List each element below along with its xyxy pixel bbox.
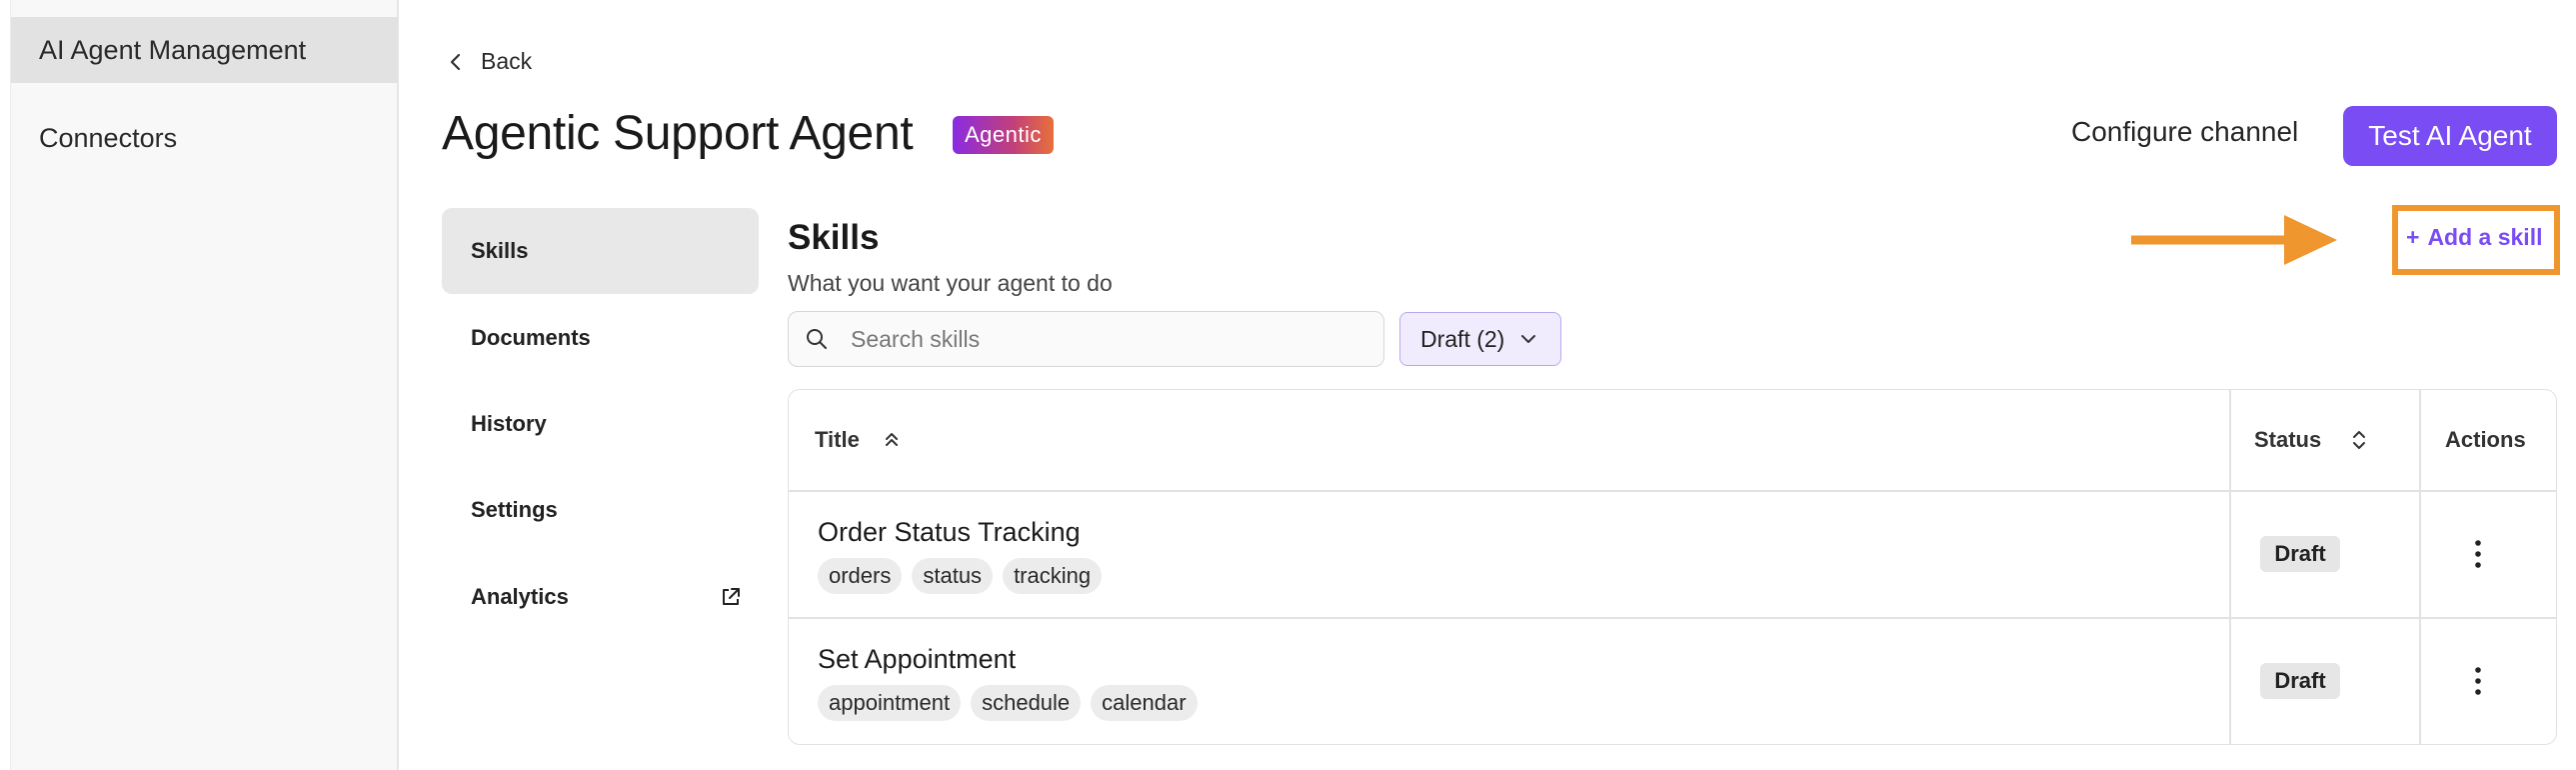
tag: orders <box>818 558 903 594</box>
tag-list: orders status tracking <box>818 558 1103 594</box>
add-skill-button[interactable]: + Add a skill <box>2406 224 2542 251</box>
column-header-label: Actions <box>2445 427 2526 452</box>
tag: tracking <box>1003 558 1103 594</box>
tab-skills[interactable]: Skills <box>442 208 759 294</box>
sidebar-item-label: Connectors <box>39 122 178 153</box>
test-ai-agent-button[interactable]: Test AI Agent <box>2343 106 2557 166</box>
plus-icon: + <box>2406 224 2420 250</box>
skills-table: Title Status Actions Order Status Tracki… <box>788 389 2557 745</box>
tab-analytics[interactable]: Analytics <box>442 554 759 640</box>
column-header-title[interactable]: Title <box>815 390 900 490</box>
page-title: Agentic Support Agent <box>442 107 914 160</box>
column-header-label: Status <box>2254 427 2322 452</box>
search-icon <box>807 329 827 349</box>
column-header-label: Title <box>815 427 860 452</box>
more-actions-icon[interactable] <box>2468 665 2488 697</box>
tab-label: History <box>471 411 547 436</box>
tab-label: Skills <box>471 238 529 263</box>
row-divider <box>789 490 2556 492</box>
configure-channel-button[interactable]: Configure channel <box>2071 116 2298 148</box>
chevron-left-icon <box>450 53 461 70</box>
skill-title[interactable]: Order Status Tracking <box>818 517 1081 548</box>
agentic-badge: Agentic <box>953 116 1054 154</box>
sort-ascending-icon <box>885 433 898 446</box>
orange-arrow-icon <box>2131 215 2337 265</box>
column-divider <box>2229 390 2231 744</box>
column-header-status[interactable]: Status <box>2254 390 2367 490</box>
tab-settings[interactable]: Settings <box>442 467 759 553</box>
search-input[interactable] <box>851 325 1350 353</box>
column-divider <box>2419 390 2421 744</box>
tab-label: Documents <box>471 325 591 350</box>
skills-subtitle: What you want your agent to do <box>788 270 1113 296</box>
tab-label: Settings <box>471 497 558 522</box>
app-sidebar: AI Agent Management Connectors <box>10 0 399 770</box>
chevron-down-icon <box>1521 335 1536 343</box>
more-actions-icon[interactable] <box>2468 538 2488 570</box>
tag: appointment <box>818 685 962 721</box>
back-label: Back <box>481 48 533 74</box>
tag: schedule <box>971 685 1082 721</box>
status-badge: Draft <box>2260 536 2340 572</box>
add-skill-label: Add a skill <box>2427 224 2543 250</box>
external-link-icon <box>723 588 740 605</box>
tab-history[interactable]: History <box>442 381 759 467</box>
status-badge: Draft <box>2260 663 2340 699</box>
tag: status <box>912 558 994 594</box>
tab-documents[interactable]: Documents <box>442 295 759 381</box>
skill-title[interactable]: Set Appointment <box>818 644 1016 675</box>
tab-label: Analytics <box>471 584 569 609</box>
sidebar-item-ai-agent-management[interactable]: AI Agent Management <box>11 17 398 83</box>
tag-list: appointment schedule calendar <box>818 685 1198 721</box>
sort-icon <box>2353 431 2366 449</box>
back-link[interactable]: Back <box>449 48 532 75</box>
sidebar-item-connectors[interactable]: Connectors <box>11 105 398 171</box>
sidebar-item-label: AI Agent Management <box>39 34 307 65</box>
draft-filter-dropdown[interactable]: Draft (2) <box>1399 312 1561 366</box>
filter-label: Draft (2) <box>1420 325 1505 352</box>
skills-heading: Skills <box>788 218 880 257</box>
tag: calendar <box>1091 685 1198 721</box>
column-header-actions: Actions <box>2445 390 2526 490</box>
row-divider <box>789 617 2556 619</box>
search-box <box>788 311 1384 367</box>
